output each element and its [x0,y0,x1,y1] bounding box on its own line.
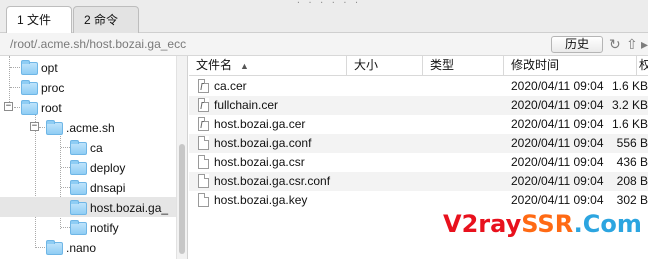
folder-icon [70,180,87,195]
file-row[interactable]: host.bozai.ga.cer 1.6 KB 2020/04/11 09:0… [189,115,648,134]
folder-icon [21,80,38,95]
folder-icon [70,200,87,215]
file-row[interactable]: host.bozai.ga.csr.conf 208 B 2020/04/11 … [189,172,648,191]
tree-item-label: .nano [66,241,97,255]
column-header-row: 文件名 ▲ 大小 类型 修改时间 权 [189,56,648,76]
tree-item-root[interactable]: − root [0,97,176,117]
tree-item-label: deploy [90,161,126,175]
folder-icon [21,100,38,115]
folder-icon [21,60,38,75]
tree-item-nano[interactable]: .nano [0,237,176,257]
tree-scrollbar-thumb[interactable] [179,144,185,254]
folder-icon [46,240,63,255]
tree-item-host-bozai-ga-ecc[interactable]: host.bozai.ga_ [0,197,176,217]
tree-item-dnsapi[interactable]: dnsapi [0,177,176,197]
tree-item-label: .acme.sh [66,121,115,135]
column-header-size[interactable]: 大小 [347,56,423,76]
column-header-modified[interactable]: 修改时间 [504,56,637,76]
file-modified: 2020/04/11 09:04 [511,98,604,112]
history-button[interactable]: 历史 [551,36,603,53]
tree-scrollbar[interactable] [176,56,187,259]
file-name: ca.cer [214,79,247,93]
folder-tree: opt proc − root − .acme.sh ca deploy dns… [0,56,188,259]
tree-item-acme-sh[interactable]: − .acme.sh [0,117,176,137]
column-header-type[interactable]: 类型 [423,56,504,76]
tree-item-notify[interactable]: notify [0,217,176,237]
column-header-name[interactable]: 文件名 ▲ [189,56,347,76]
file-icon [198,193,209,207]
path-input[interactable]: /root/.acme.sh/host.bozai.ga_ecc [10,37,186,51]
file-icon [198,174,209,188]
file-row[interactable]: host.bozai.ga.conf 556 B 2020/04/11 09:0… [189,134,648,153]
file-name: host.bozai.ga.cer [214,117,306,131]
tree-item-label: root [41,101,62,115]
tab-commands[interactable]: 2 命令 [73,6,139,33]
tree-item-label: host.bozai.ga_ [90,201,169,215]
watermark-part: V2ray [443,210,522,238]
tree-item-deploy[interactable]: deploy [0,157,176,177]
certificate-file-icon [198,117,209,131]
tree-item-label: notify [90,221,119,235]
tree-item-label: proc [41,81,65,95]
file-icon [198,155,209,169]
tree-item-label: dnsapi [90,181,126,195]
tree-item-label: opt [41,61,58,75]
file-name: fullchain.cer [214,98,279,112]
tab-bar: · · · · · · 1 文件 2 命令 [0,0,648,34]
file-modified: 2020/04/11 09:04 [511,193,604,207]
drag-grip-icon[interactable]: · · · · · · [296,0,360,7]
column-header-extra[interactable]: 权 [637,56,648,76]
watermark: V2raySSR.Com [443,209,642,239]
refresh-icon[interactable]: ↻ [609,36,621,52]
watermark-part: SSR [521,210,574,238]
tree-item-label: ca [90,141,103,155]
file-modified: 2020/04/11 09:04 [511,155,604,169]
file-modified: 2020/04/11 09:04 [511,136,604,150]
file-name: host.bozai.ga.csr.conf [214,174,331,188]
tab-files[interactable]: 1 文件 [6,6,72,34]
folder-icon [70,140,87,155]
watermark-part: .Com [573,210,642,238]
collapse-icon[interactable]: − [4,102,13,111]
file-modified: 2020/04/11 09:04 [511,174,604,188]
tree-item-ca[interactable]: ca [0,137,176,157]
file-row[interactable]: ca.cer 1.6 KB 2020/04/11 09:04 [189,77,648,96]
path-bar: /root/.acme.sh/host.bozai.ga_ecc 历史 ↻ ⇧ … [0,33,648,56]
folder-icon [46,120,63,135]
sort-ascending-icon: ▲ [240,61,249,71]
file-modified: 2020/04/11 09:04 [511,117,604,131]
file-name: host.bozai.ga.conf [214,136,312,150]
file-row[interactable]: host.bozai.ga.csr 436 B 2020/04/11 09:04 [189,153,648,172]
certificate-file-icon [198,79,209,93]
file-row[interactable]: fullchain.cer 3.2 KB 2020/04/11 09:04 [189,96,648,115]
up-icon[interactable]: ⇧ [626,36,638,52]
folder-icon [70,160,87,175]
tree-item-proc[interactable]: proc [0,77,176,97]
column-header-label: 文件名 [196,58,233,72]
folder-icon [70,220,87,235]
file-icon [198,136,209,150]
file-modified: 2020/04/11 09:04 [511,79,604,93]
tree-item-opt[interactable]: opt [0,57,176,77]
overflow-icon[interactable]: ▸ [641,36,648,52]
certificate-file-icon [198,98,209,112]
collapse-icon[interactable]: − [30,122,39,131]
file-row[interactable]: host.bozai.ga.key 302 B 2020/04/11 09:04 [189,191,648,210]
file-name: host.bozai.ga.csr [214,155,305,169]
file-name: host.bozai.ga.key [214,193,308,207]
